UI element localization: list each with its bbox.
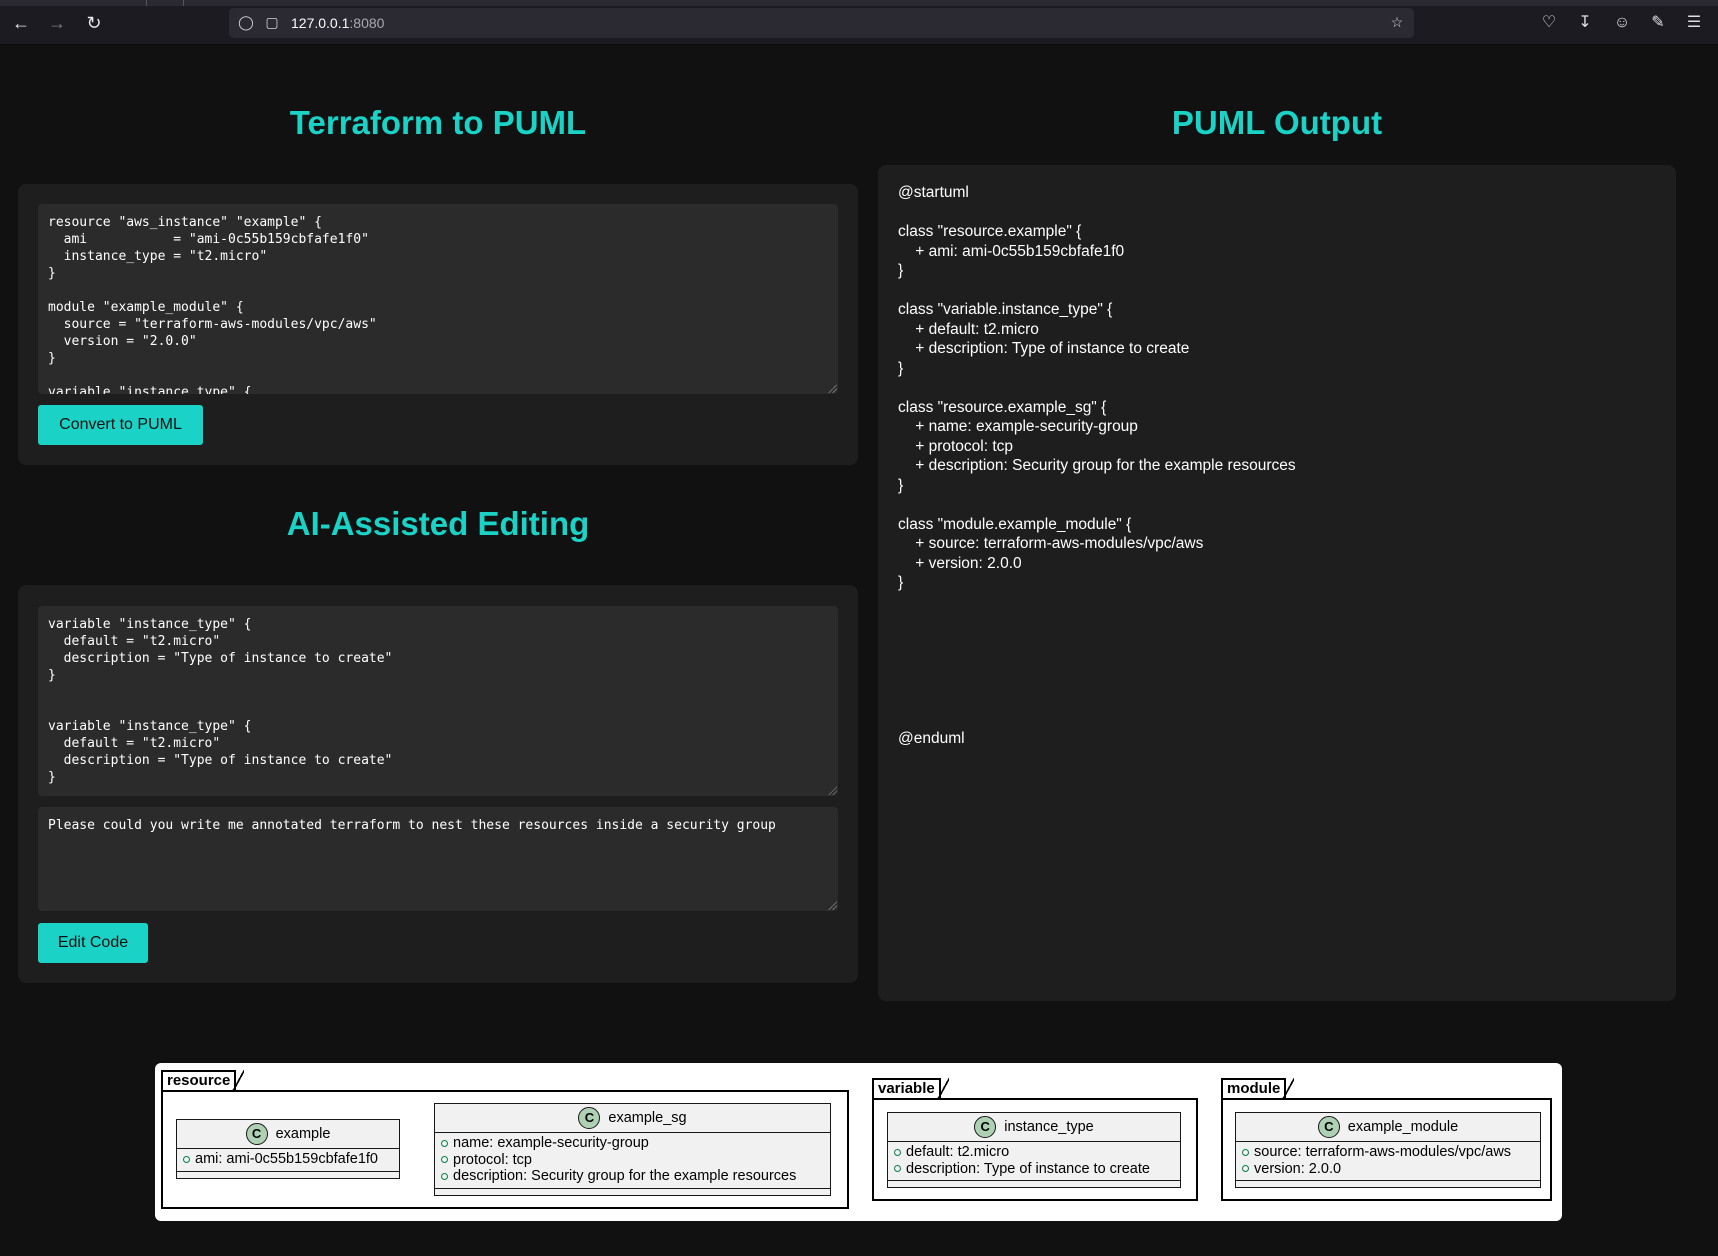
class-name: example_module [1347,1119,1459,1136]
attribute-text: protocol: tcp [453,1151,532,1168]
class-attributes: name: example-security-group protocol: t… [435,1133,830,1189]
uml-diagram: resource Cexample ami: ami-0c55b159cbfaf… [155,1063,1562,1221]
public-attribute-icon [1242,1148,1249,1156]
ai-editing-panel: variable "instance_type" { default = "t2… [18,585,858,983]
class-attributes: default: t2.micro description: Type of i… [888,1142,1180,1181]
class-attributes: ami: ami-0c55b159cbfafe1f0 [177,1149,399,1172]
class-icon: C [974,1116,997,1139]
class-icon: C [578,1107,601,1130]
class-header: Cexample_sg [435,1104,830,1133]
package-label-variable: variable [872,1078,949,1100]
resize-handle[interactable] [827,900,837,910]
class-header: Cexample [177,1120,399,1149]
class-icon: C [1317,1116,1340,1139]
browser-tab[interactable] [146,0,184,6]
puml-output-title: PUML Output [1171,104,1383,141]
url-text[interactable]: 127.0.0.1:8080 [291,15,384,31]
attribute-text: ami: ami-0c55b159cbfafe1f0 [195,1151,378,1167]
public-attribute-icon [441,1156,448,1164]
class-example: Cexample ami: ami-0c55b159cbfafe1f0 [176,1119,400,1179]
edit-code-button[interactable]: Edit Code [38,923,148,963]
class-attribute: version: 2.0.0 [1242,1161,1534,1178]
class-attribute: protocol: tcp [441,1152,824,1169]
convert-to-puml-button[interactable]: Convert to PUML [38,405,203,445]
public-attribute-icon [1242,1165,1249,1173]
menu-icon[interactable]: ☰ [1683,12,1705,34]
class-example-module: Cexample_module source: terraform-aws-mo… [1235,1112,1541,1188]
converter-title: Terraform to PUML [289,104,587,141]
resize-handle[interactable] [827,785,837,795]
public-attribute-icon [441,1172,448,1180]
extensions-icon[interactable]: ✎ [1647,12,1669,34]
class-icon: C [245,1123,268,1146]
class-attribute: description: Type of instance to create [894,1161,1174,1178]
download-icon[interactable]: ↧ [1574,12,1596,34]
class-attribute: ami: ami-0c55b159cbfafe1f0 [183,1151,393,1168]
reload-icon[interactable]: ↻ [83,12,105,34]
terraform-input[interactable]: resource "aws_instance" "example" { ami … [38,204,838,394]
package-label-resource: resource [161,1070,245,1092]
url-host: 127.0.0.1 [291,15,350,31]
shield-icon[interactable]: ◯ [237,13,255,31]
class-name: instance_type [1004,1119,1094,1136]
class-attribute: name: example-security-group [441,1135,824,1152]
attribute-text: name: example-security-group [453,1135,649,1151]
attribute-text: default: t2.micro [906,1144,1010,1160]
public-attribute-icon [894,1148,901,1156]
class-methods [1236,1181,1540,1187]
public-attribute-icon [183,1155,190,1163]
class-methods [177,1172,399,1178]
puml-output-text: @startuml class "resource.example" { + a… [898,184,1296,747]
resize-handle[interactable] [827,383,837,393]
attribute-text: description: Security group for the exam… [453,1168,797,1184]
converter-panel: resource "aws_instance" "example" { ami … [18,184,858,465]
class-attribute: source: terraform-aws-modules/vpc/aws [1242,1144,1534,1161]
account-icon[interactable]: ☺ [1611,12,1633,34]
class-attribute: default: t2.micro [894,1144,1174,1161]
url-port: :8080 [349,15,385,31]
ai-code-input[interactable]: variable "instance_type" { default = "t2… [38,606,838,796]
attribute-text: source: terraform-aws-modules/vpc/aws [1254,1144,1512,1160]
class-instance-type: Cinstance_type default: t2.micro descrip… [887,1112,1181,1188]
page-icon: ▢ [265,14,279,30]
package-label-module: module [1221,1078,1295,1100]
class-example-sg: Cexample_sg name: example-security-group… [434,1103,831,1196]
class-name: example_sg [608,1110,687,1127]
class-header: Cinstance_type [888,1113,1180,1142]
public-attribute-icon [441,1139,448,1147]
browser-toolbar: ← → ↻ ◯ ▢ 127.0.0.1:8080 ☆ ♡ ↧ ☺ ✎ ☰ [0,0,1718,45]
back-arrow-icon[interactable]: ← [10,12,32,34]
tab-strip [0,0,1718,6]
class-attribute: description: Security group for the exam… [441,1168,824,1185]
class-methods [888,1181,1180,1187]
attribute-text: version: 2.0.0 [1254,1160,1342,1177]
puml-output-panel: @startuml class "resource.example" { + a… [878,165,1676,1001]
class-attributes: source: terraform-aws-modules/vpc/aws ve… [1236,1142,1540,1181]
bookmark-star-icon[interactable]: ☆ [1388,13,1406,31]
class-header: Cexample_module [1236,1113,1540,1142]
prompt-input[interactable]: Please could you write me annotated terr… [38,807,838,911]
ai-editing-title: AI-Assisted Editing [286,505,590,542]
class-methods [435,1189,830,1195]
attribute-text: description: Type of instance to create [906,1160,1150,1177]
pocket-icon[interactable]: ♡ [1538,12,1560,34]
class-name: example [275,1126,331,1143]
address-bar[interactable]: ◯ ▢ 127.0.0.1:8080 ☆ [229,8,1414,38]
public-attribute-icon [894,1165,901,1173]
forward-arrow-icon[interactable]: → [46,12,68,34]
